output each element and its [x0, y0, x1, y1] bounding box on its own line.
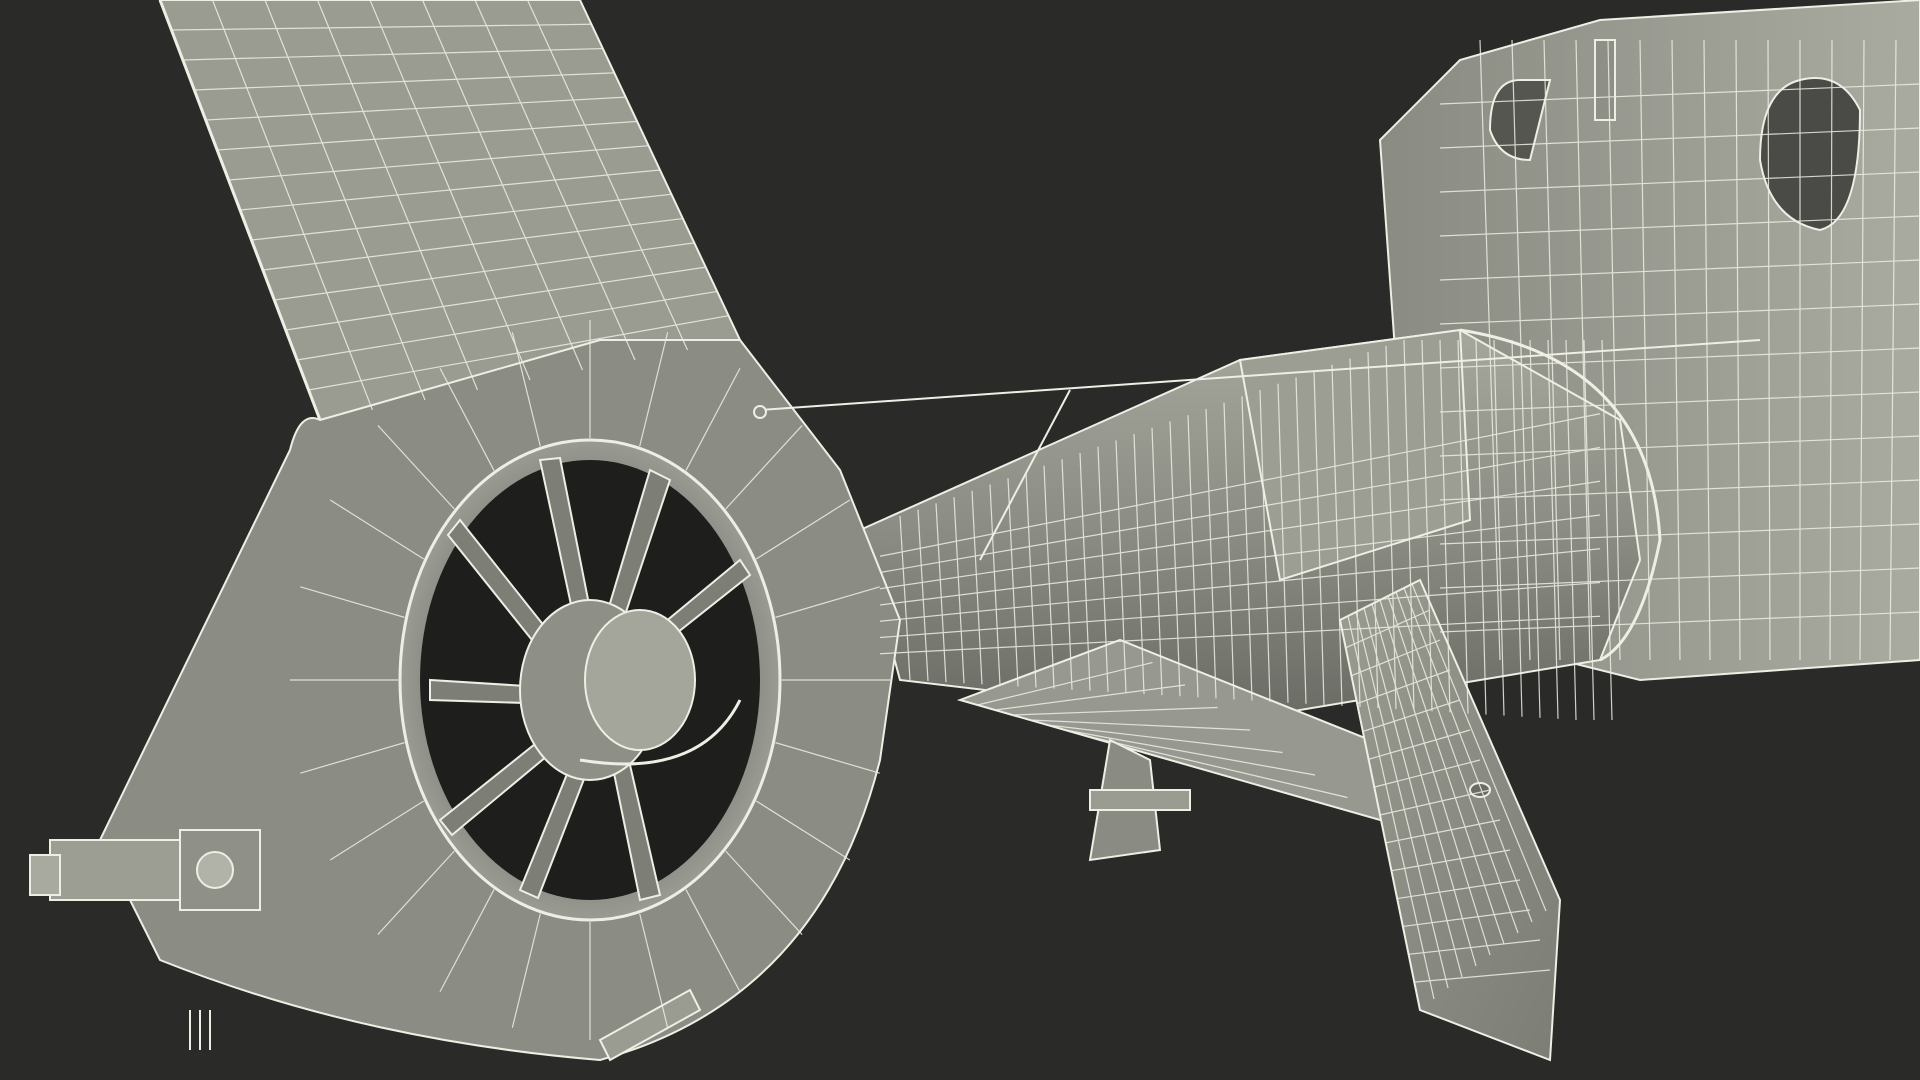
antenna-mast: [1594, 39, 1616, 121]
render-viewport: [0, 0, 1920, 1080]
sensor-lens: [196, 851, 234, 889]
hub-spinner: [584, 609, 696, 751]
